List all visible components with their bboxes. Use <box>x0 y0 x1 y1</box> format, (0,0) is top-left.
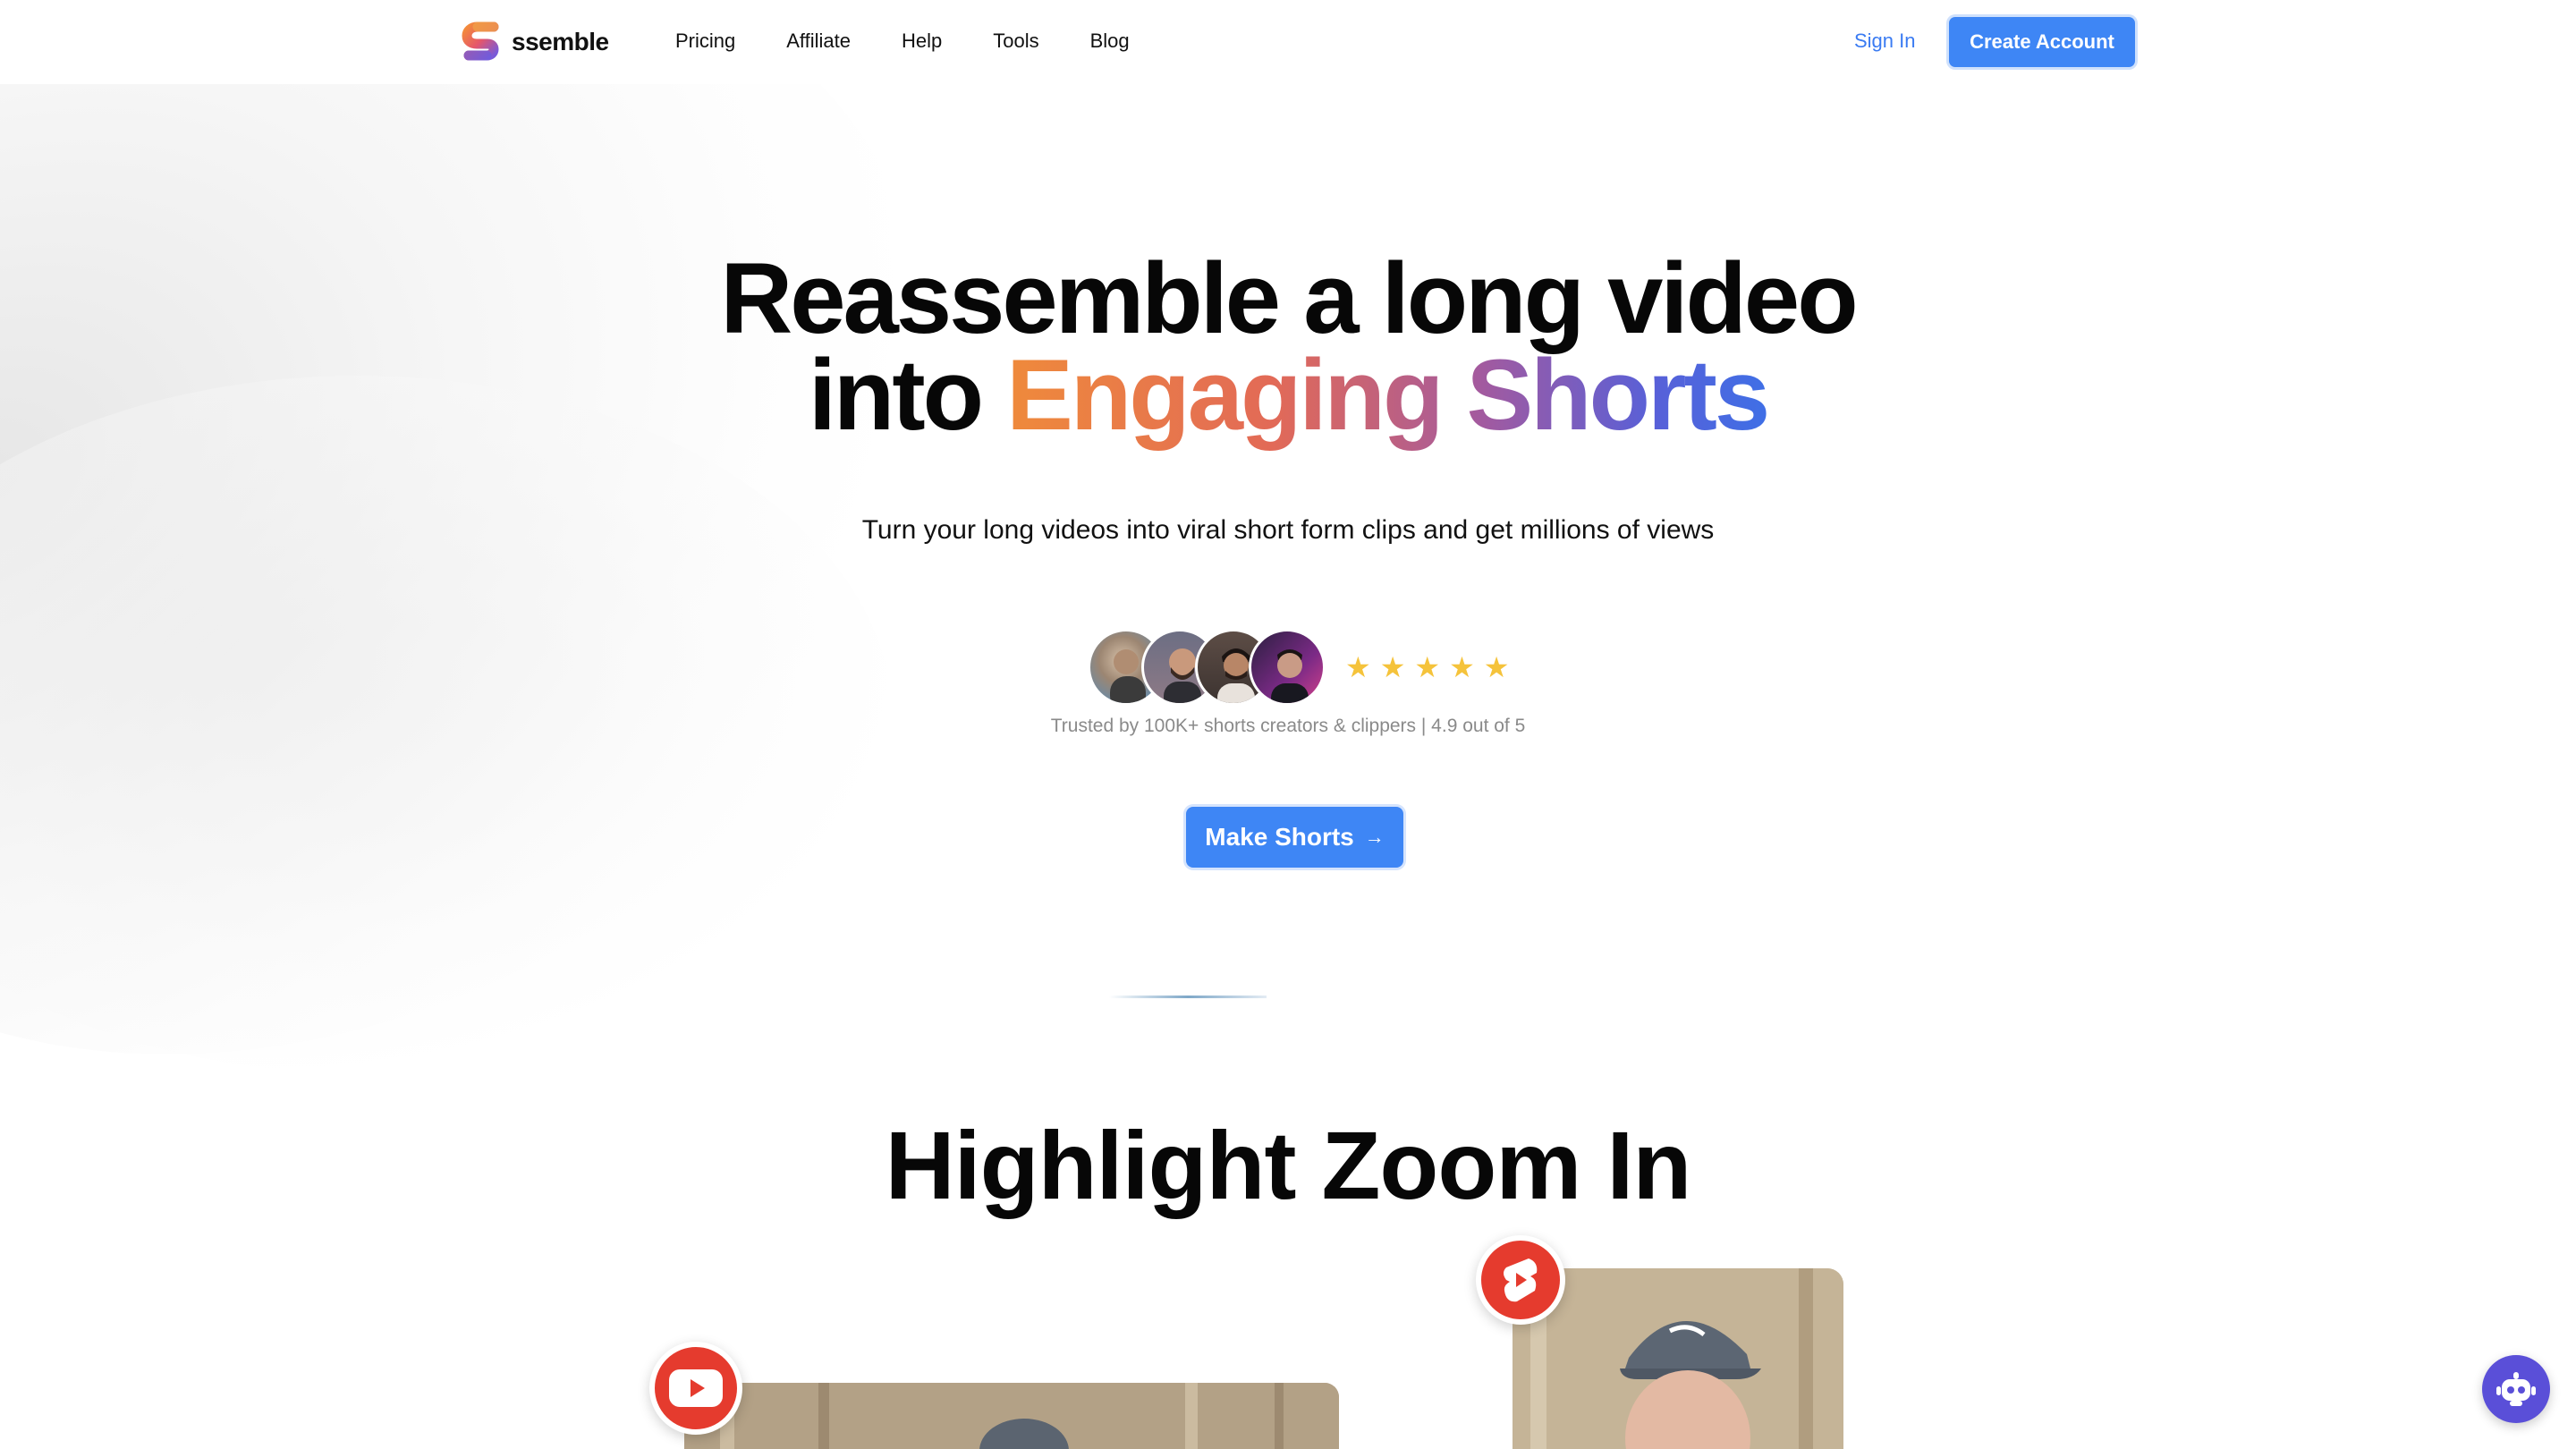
sign-in-link[interactable]: Sign In <box>1854 25 1916 57</box>
rating-stars: ★ ★ ★ ★ ★ <box>1345 653 1509 682</box>
star-icon: ★ <box>1449 651 1475 683</box>
star-icon: ★ <box>1345 651 1371 683</box>
make-shorts-button[interactable]: Make Shorts → <box>1186 807 1403 868</box>
main-navigation: Pricing Affiliate Help Tools Blog <box>675 25 1181 57</box>
nav-link-help[interactable]: Help <box>902 25 942 57</box>
trusted-by-text: Trusted by 100K+ shorts creators & clipp… <box>1050 716 1526 736</box>
star-icon: ★ <box>1483 651 1510 683</box>
section-divider <box>1109 996 1267 998</box>
nav-link-blog[interactable]: Blog <box>1090 25 1130 57</box>
long-video-preview <box>684 1383 1339 1449</box>
hero-headline-highlight: Engaging Shorts <box>1006 339 1770 451</box>
landing-page: ssemble Pricing Affiliate Help Tools Blo… <box>0 0 2576 1449</box>
create-account-button[interactable]: Create Account <box>1949 17 2135 67</box>
hero-subtitle: Turn your long videos into viral short f… <box>861 515 1715 545</box>
nav-link-pricing[interactable]: Pricing <box>675 25 735 57</box>
chatbot-icon[interactable] <box>2482 1355 2550 1423</box>
youtube-shorts-icon <box>1476 1235 1565 1325</box>
hero-headline-line1: Reassemble a long video <box>720 242 1858 354</box>
make-shorts-label: Make Shorts <box>1205 823 1354 851</box>
hero-headline: Reassemble a long video into Engaging Sh… <box>0 249 2576 445</box>
brand-name: ssemble <box>512 28 609 55</box>
top-navbar: ssemble Pricing Affiliate Help Tools Blo… <box>0 0 2576 84</box>
creator-avatar <box>1249 629 1326 706</box>
hero-headline-prefix: into <box>808 339 1007 451</box>
nav-link-affiliate[interactable]: Affiliate <box>786 25 851 57</box>
section-title: Highlight Zoom In <box>885 1111 1692 1219</box>
social-proof: ★ ★ ★ ★ ★ <box>1088 626 1509 708</box>
ssemble-logo-icon <box>462 21 499 61</box>
arrow-right-icon: → <box>1364 826 1385 848</box>
star-icon: ★ <box>1379 651 1406 683</box>
youtube-icon <box>649 1342 742 1435</box>
brand-logo[interactable]: ssemble <box>462 21 609 63</box>
star-icon: ★ <box>1414 651 1441 683</box>
nav-link-tools[interactable]: Tools <box>993 25 1038 57</box>
